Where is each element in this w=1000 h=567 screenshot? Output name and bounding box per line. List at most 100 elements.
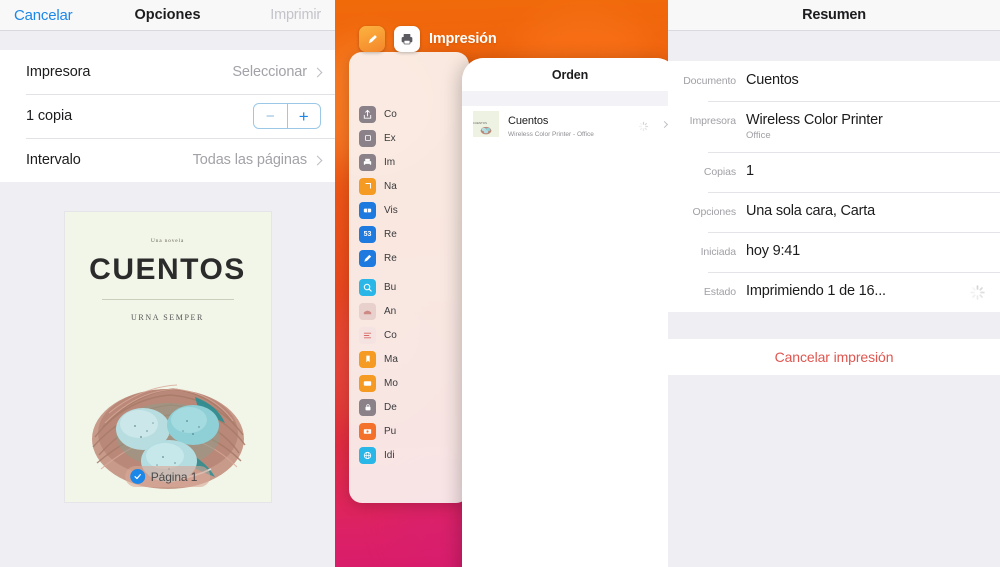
publish-icon <box>359 422 376 440</box>
print-job-row[interactable]: CUENTOS Cuentos Wireless Color Printer -… <box>462 106 668 142</box>
list-item[interactable]: Vis <box>349 198 469 222</box>
row-printer[interactable]: Impresora Seleccionar <box>0 50 335 94</box>
summary-bottom-spacer <box>668 375 1000 567</box>
summary-row-estado: Estado Imprimiendo 1 de 16... <box>668 272 1000 312</box>
summary-key: Opciones <box>692 206 736 218</box>
list-item[interactable]: Ex <box>349 126 469 150</box>
app-switcher-label-row: Impresión <box>359 26 497 52</box>
summary-row-opciones: Opciones Una sola cara, Carta <box>668 192 1000 232</box>
row-printer-value: Seleccionar <box>232 64 307 80</box>
summary-key: Estado <box>703 286 736 298</box>
print-summary-panel: Resumen Documento Cuentos Impresora Wire… <box>668 0 1000 567</box>
job-text-block: Cuentos Wireless Color Printer - Office <box>508 111 629 138</box>
print-center-spacer <box>462 91 668 106</box>
row-copies: 1 copia − + <box>0 94 335 138</box>
pages-app-icon[interactable] <box>359 26 385 52</box>
list-item[interactable]: De <box>349 395 469 419</box>
print-center-title: Orden <box>551 67 589 82</box>
print-center-nav: Orden <box>462 58 668 91</box>
copies-stepper[interactable]: − + <box>253 103 321 129</box>
row-copies-label: 1 copia <box>26 108 73 124</box>
list-item[interactable]: Ma <box>349 347 469 371</box>
job-title: Cuentos <box>508 114 549 127</box>
chevron-right-icon <box>660 120 668 128</box>
list-item[interactable]: Im <box>349 150 469 174</box>
share-icon <box>359 105 376 123</box>
bookmark-icon <box>359 350 376 368</box>
list-item-label: Co <box>384 108 397 120</box>
list-item-label: Idi <box>384 449 395 461</box>
annotate-icon <box>359 302 376 320</box>
list-item-label: Co <box>384 329 397 341</box>
cancel-print-row[interactable]: Cancelar impresión <box>668 339 1000 375</box>
summary-value: hoy 9:41 <box>746 243 801 259</box>
list-item[interactable]: Bu <box>349 275 469 299</box>
list-item[interactable]: Re <box>349 246 469 270</box>
row-range[interactable]: Intervalo Todas las páginas <box>0 138 335 182</box>
share-sheet-list: Co Ex Im Na Vis 53 Re Re Bu An Co Ma Mo … <box>349 52 469 467</box>
book-title: CUENTOS <box>89 253 246 286</box>
summary-key: Iniciada <box>700 246 737 258</box>
summary-key: Copias <box>703 166 736 178</box>
print-center-body <box>462 142 668 567</box>
print-button[interactable]: Imprimir <box>270 7 321 23</box>
options-top-spacer <box>0 31 335 50</box>
summary-value: 1 <box>746 163 754 179</box>
list-item-label: Re <box>384 228 397 240</box>
activity-spinner-icon <box>638 119 649 131</box>
book-cover-preview[interactable]: Una novela CUENTOS URNA SEMPER Página 1 <box>64 212 271 502</box>
list-item[interactable]: Idi <box>349 443 469 467</box>
copies-increment-button[interactable]: + <box>288 104 321 128</box>
globe-icon <box>359 446 376 464</box>
copies-decrement-button[interactable]: − <box>254 104 288 128</box>
list-item[interactable]: Mo <box>349 371 469 395</box>
job-subtitle: Wireless Color Printer - Office <box>508 130 594 138</box>
list-item[interactable]: An <box>349 299 469 323</box>
list-item-label: Im <box>384 156 396 168</box>
list-item[interactable]: 53 Re <box>349 222 469 246</box>
chevron-right-icon <box>312 67 323 77</box>
summary-value: Cuentos <box>746 72 799 88</box>
summary-value: Imprimiendo 1 de 16... <box>746 283 886 299</box>
search-icon <box>359 278 376 296</box>
cancel-print-button[interactable]: Cancelar impresión <box>775 349 894 365</box>
list-item-label: Pu <box>384 425 397 437</box>
summary-nav-bar: Resumen <box>668 0 1000 31</box>
screenshot-root: Cancelar Opciones Imprimir Impresora Sel… <box>0 0 1000 567</box>
list-item[interactable]: Co <box>349 323 469 347</box>
list-item-label: Ex <box>384 132 396 144</box>
summary-value: Wireless Color Printer <box>746 112 883 128</box>
book-author: URNA SEMPER <box>131 313 204 322</box>
comment-icon <box>359 326 376 344</box>
view-icon <box>359 201 376 219</box>
summary-value: Una sola cara, Carta <box>746 203 875 219</box>
print-center-card[interactable]: Orden CUENTOS Cuentos Wireless Color Pri… <box>462 58 668 567</box>
list-item[interactable]: Na <box>349 174 469 198</box>
job-thumbnail: CUENTOS <box>473 111 499 137</box>
checkmark-circle-icon <box>129 469 145 484</box>
summary-key: Impresora <box>689 115 736 127</box>
numbers-icon: 53 <box>359 225 376 243</box>
activity-spinner-icon <box>969 284 986 301</box>
row-printer-accessory: Seleccionar <box>232 64 323 80</box>
list-item[interactable]: Pu <box>349 419 469 443</box>
list-item[interactable]: Co <box>349 102 469 126</box>
row-range-value: Todas las páginas <box>192 152 307 168</box>
share-sheet-card[interactable]: Co Ex Im Na Vis 53 Re Re Bu An Co Ma Mo … <box>349 52 469 503</box>
page-badge[interactable]: Página 1 <box>124 466 211 487</box>
book-divider <box>101 299 234 300</box>
pencil-icon <box>359 249 376 267</box>
lock-icon <box>359 398 376 416</box>
monitor-icon <box>359 374 376 392</box>
list-item-label: Mo <box>384 377 398 389</box>
app-switcher-panel: Co Ex Im Na Vis 53 Re Re Bu An Co Ma Mo … <box>335 0 668 567</box>
app-switcher-app-name: Impresión <box>429 31 497 47</box>
cancel-button[interactable]: Cancelar <box>14 7 73 24</box>
list-item-label: An <box>384 305 397 317</box>
summary-mid-spacer <box>668 312 1000 339</box>
list-item-label: Vis <box>384 204 398 216</box>
list-item-label: Bu <box>384 281 397 293</box>
printer-app-icon[interactable] <box>394 26 420 52</box>
row-range-label: Intervalo <box>26 152 81 168</box>
summary-row-impresora: Impresora Wireless Color Printer Office <box>668 101 1000 152</box>
